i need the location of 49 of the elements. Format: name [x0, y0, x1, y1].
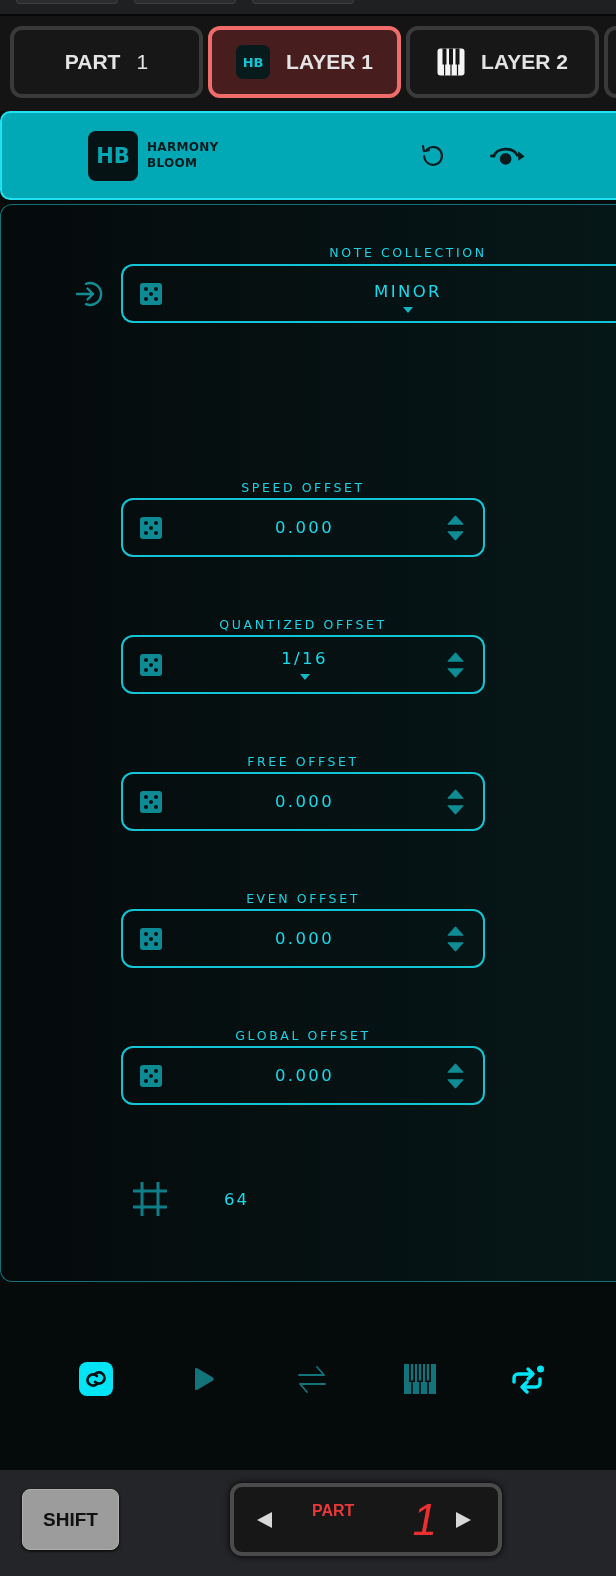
- layer-tab[interactable]: HB LAYER 1: [208, 26, 401, 98]
- select-field[interactable]: 1/16: [121, 635, 485, 694]
- piano-keys-icon: [437, 48, 466, 76]
- up-arrow-icon[interactable]: [447, 925, 464, 936]
- swap-arrows-icon[interactable]: [298, 1365, 326, 1393]
- plugin-title: HARMONY BLOOM: [147, 139, 219, 172]
- dice-icon[interactable]: [140, 653, 162, 676]
- layer-tab[interactable]: LAYER 2: [406, 26, 599, 98]
- part-number: 1: [412, 1497, 437, 1542]
- part-tab[interactable]: PART 1: [10, 26, 203, 98]
- down-arrow-icon[interactable]: [447, 667, 464, 678]
- display-label: PART: [312, 1502, 355, 1520]
- dice-icon[interactable]: [140, 282, 162, 305]
- up-arrow-icon[interactable]: [447, 651, 464, 662]
- field-label: SPEED OFFSET: [241, 480, 365, 496]
- dropdown[interactable]: MINOR: [121, 264, 616, 323]
- logo-badge: HB: [88, 130, 138, 181]
- field-label: NOTE COLLECTION: [329, 245, 487, 261]
- link-icon[interactable]: [79, 1362, 113, 1396]
- up-arrow-icon[interactable]: [447, 788, 464, 799]
- field-label: GLOBAL OFFSET: [235, 1028, 371, 1044]
- dice-icon[interactable]: [140, 927, 162, 950]
- piano-keys-icon[interactable]: [404, 1364, 436, 1394]
- down-arrow-icon[interactable]: [447, 530, 464, 541]
- up-arrow-icon[interactable]: [447, 1062, 464, 1073]
- field-label: EVEN OFFSET: [246, 891, 360, 907]
- number-field[interactable]: 0.000: [121, 772, 485, 831]
- down-arrow-icon[interactable]: [447, 1078, 464, 1089]
- grid-icon: [132, 1181, 168, 1217]
- step-count: 64: [224, 1189, 249, 1209]
- logo-badge: HB: [236, 45, 271, 79]
- caret-icon: [403, 307, 413, 313]
- shift-button[interactable]: SHIFT: [22, 1489, 119, 1550]
- repeat-icon[interactable]: [511, 1364, 545, 1394]
- caret-icon: [299, 674, 310, 680]
- number-field[interactable]: 0.000: [121, 909, 485, 968]
- number-field[interactable]: 0.000: [121, 498, 485, 557]
- dice-icon[interactable]: [140, 516, 162, 539]
- right-arrow-icon[interactable]: [456, 1511, 472, 1528]
- left-arrow-icon[interactable]: [257, 1511, 272, 1528]
- field-label: QUANTIZED OFFSET: [219, 617, 387, 633]
- play-icon[interactable]: [193, 1366, 215, 1392]
- dice-icon[interactable]: [140, 1064, 162, 1087]
- dice-icon[interactable]: [140, 790, 162, 813]
- down-arrow-icon[interactable]: [447, 804, 464, 815]
- number-field[interactable]: 0.000: [121, 1046, 485, 1105]
- up-arrow-icon[interactable]: [447, 514, 464, 525]
- field-label: FREE OFFSET: [247, 754, 359, 770]
- down-arrow-icon[interactable]: [447, 941, 464, 952]
